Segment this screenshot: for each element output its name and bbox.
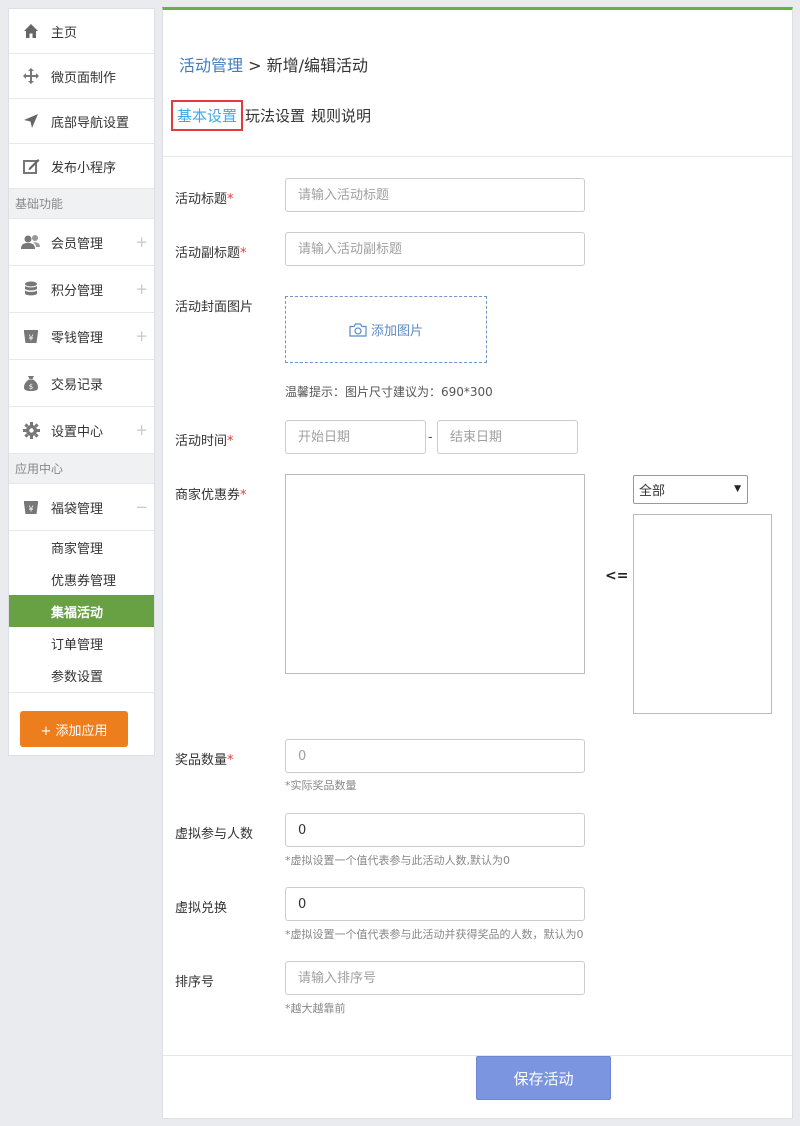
coupon-filter-value: 全部 <box>639 484 666 499</box>
move-coupon-arrow[interactable]: <= <box>605 568 628 584</box>
sidebar-item-points[interactable]: 积分管理 + <box>9 266 154 313</box>
title-label: 活动标题* <box>175 192 234 207</box>
prize-label: 奖品数量* <box>175 753 234 768</box>
add-image-label: 添加图片 <box>370 324 423 339</box>
add-image-button[interactable]: 添加图片 <box>285 296 487 363</box>
title-input[interactable] <box>285 178 585 212</box>
users-icon <box>21 232 41 252</box>
breadcrumb: 活动管理 > 新增/编辑活动 <box>179 52 368 76</box>
tab-basic-settings[interactable]: 基本设置 <box>171 100 244 131</box>
coupon-label: 商家优惠券* <box>175 488 247 503</box>
sidebar-item-label: 积分管理 <box>51 283 104 299</box>
tab-gameplay-settings[interactable]: 玩法设置 <box>245 105 305 126</box>
image-size-hint: 温馨提示：图片尺寸建议为：690*300 <box>285 385 493 399</box>
location-arrow-icon <box>21 111 41 131</box>
sidebar-item-transactions[interactable]: $ 交易记录 <box>9 360 154 407</box>
expand-plus-icon[interactable]: + <box>135 233 148 251</box>
sidebar-item-label: 会员管理 <box>51 236 104 252</box>
sidebar-item-members[interactable]: 会员管理 + <box>9 219 154 266</box>
section-basic-functions: 基础功能 <box>9 189 154 219</box>
virtual-join-input[interactable] <box>285 813 585 847</box>
sidebar-item-publish[interactable]: 发布小程序 <box>9 144 154 189</box>
sort-label: 排序号 <box>175 975 215 990</box>
expand-plus-icon[interactable]: + <box>135 421 148 439</box>
tab-rules[interactable]: 规则说明 <box>311 105 371 126</box>
sub-item-fortune-activity[interactable]: 集福活动 <box>9 595 154 627</box>
sub-menu: 商家管理 优惠券管理 集福活动 订单管理 参数设置 <box>9 531 154 693</box>
sidebar-item-label: 主页 <box>51 25 78 41</box>
dropdown-caret-icon: ▼ <box>734 484 741 494</box>
sub-item-merchants[interactable]: 商家管理 <box>9 531 154 563</box>
virtual-join-label: 虚拟参与人数 <box>175 827 254 842</box>
selected-coupons-listbox[interactable] <box>285 474 585 674</box>
breadcrumb-separator: > <box>243 56 267 75</box>
expand-plus-icon[interactable]: + <box>135 327 148 345</box>
svg-text:$: $ <box>29 383 33 391</box>
breadcrumb-link-activity-management[interactable]: 活动管理 <box>179 56 243 75</box>
virtual-join-hint: *虚拟设置一个值代表参与此活动人数,默认为0 <box>285 854 510 867</box>
sidebar-item-label: 微页面制作 <box>51 70 117 86</box>
sub-item-orders[interactable]: 订单管理 <box>9 627 154 659</box>
coupon-filter-select[interactable]: 全部 ▼ <box>633 475 748 504</box>
virtual-redeem-label: 虚拟兑换 <box>175 901 228 916</box>
sidebar-item-label: 零钱管理 <box>51 330 104 346</box>
sidebar-item-label: 发布小程序 <box>51 160 117 176</box>
home-icon <box>21 21 41 41</box>
divider <box>163 156 792 157</box>
sort-input[interactable] <box>285 961 585 995</box>
subtitle-label: 活动副标题* <box>175 246 247 261</box>
sidebar-item-home[interactable]: 主页 <box>9 9 154 54</box>
section-app-center: 应用中心 <box>9 454 154 484</box>
sidebar-item-label: 设置中心 <box>51 424 104 440</box>
move-icon <box>21 66 41 86</box>
money-bag-icon: $ <box>21 373 41 393</box>
save-activity-button[interactable]: 保存活动 <box>476 1056 611 1100</box>
virtual-redeem-input[interactable] <box>285 887 585 921</box>
virtual-redeem-hint: *虚拟设置一个值代表参与此活动并获得奖品的人数，默认为0 <box>285 928 584 941</box>
sidebar-item-settings[interactable]: 设置中心 + <box>9 407 154 454</box>
sidebar-item-label: 交易记录 <box>51 377 104 393</box>
tab-bar: 基本设置 玩法设置 规则说明 <box>171 100 377 131</box>
breadcrumb-current: 新增/编辑活动 <box>266 56 368 75</box>
sidebar: 主页 微页面制作 底部导航设置 发布小程序 基础功能 会员管理 + 积分管理 + <box>8 8 155 756</box>
camera-icon <box>349 322 367 337</box>
prize-hint: *实际奖品数量 <box>285 779 357 792</box>
start-date-input[interactable] <box>285 420 426 454</box>
cover-label: 活动封面图片 <box>175 300 254 315</box>
time-label: 活动时间* <box>175 434 234 449</box>
svg-text:¥: ¥ <box>28 334 33 343</box>
edit-icon <box>21 156 41 176</box>
expand-plus-icon[interactable]: + <box>135 280 148 298</box>
prize-count-input[interactable] <box>285 739 585 773</box>
sidebar-item-label: 福袋管理 <box>51 501 104 517</box>
collapse-minus-icon[interactable]: − <box>135 498 148 516</box>
gear-icon <box>21 420 41 440</box>
end-date-input[interactable] <box>437 420 578 454</box>
sort-hint: *越大越靠前 <box>285 1002 346 1015</box>
yen-cup-icon: ¥ <box>21 497 41 517</box>
main-panel: 活动管理 > 新增/编辑活动 基本设置 玩法设置 规则说明 活动标题* 活动副标… <box>162 7 793 1119</box>
sidebar-item-label: 底部导航设置 <box>51 115 130 131</box>
yen-cup-icon: ¥ <box>21 326 41 346</box>
database-icon <box>21 279 41 299</box>
subtitle-input[interactable] <box>285 232 585 266</box>
date-separator: - <box>428 430 433 445</box>
sub-item-parameters[interactable]: 参数设置 <box>9 659 154 691</box>
sidebar-item-bottom-nav[interactable]: 底部导航设置 <box>9 99 154 144</box>
sub-item-coupons[interactable]: 优惠券管理 <box>9 563 154 595</box>
sidebar-item-change[interactable]: ¥ 零钱管理 + <box>9 313 154 360</box>
available-coupons-listbox[interactable] <box>633 514 772 714</box>
sidebar-item-micropage[interactable]: 微页面制作 <box>9 54 154 99</box>
add-app-button[interactable]: + 添加应用 <box>20 711 128 747</box>
svg-text:¥: ¥ <box>28 505 33 514</box>
sidebar-item-lucky-bag[interactable]: ¥ 福袋管理 − <box>9 484 154 531</box>
